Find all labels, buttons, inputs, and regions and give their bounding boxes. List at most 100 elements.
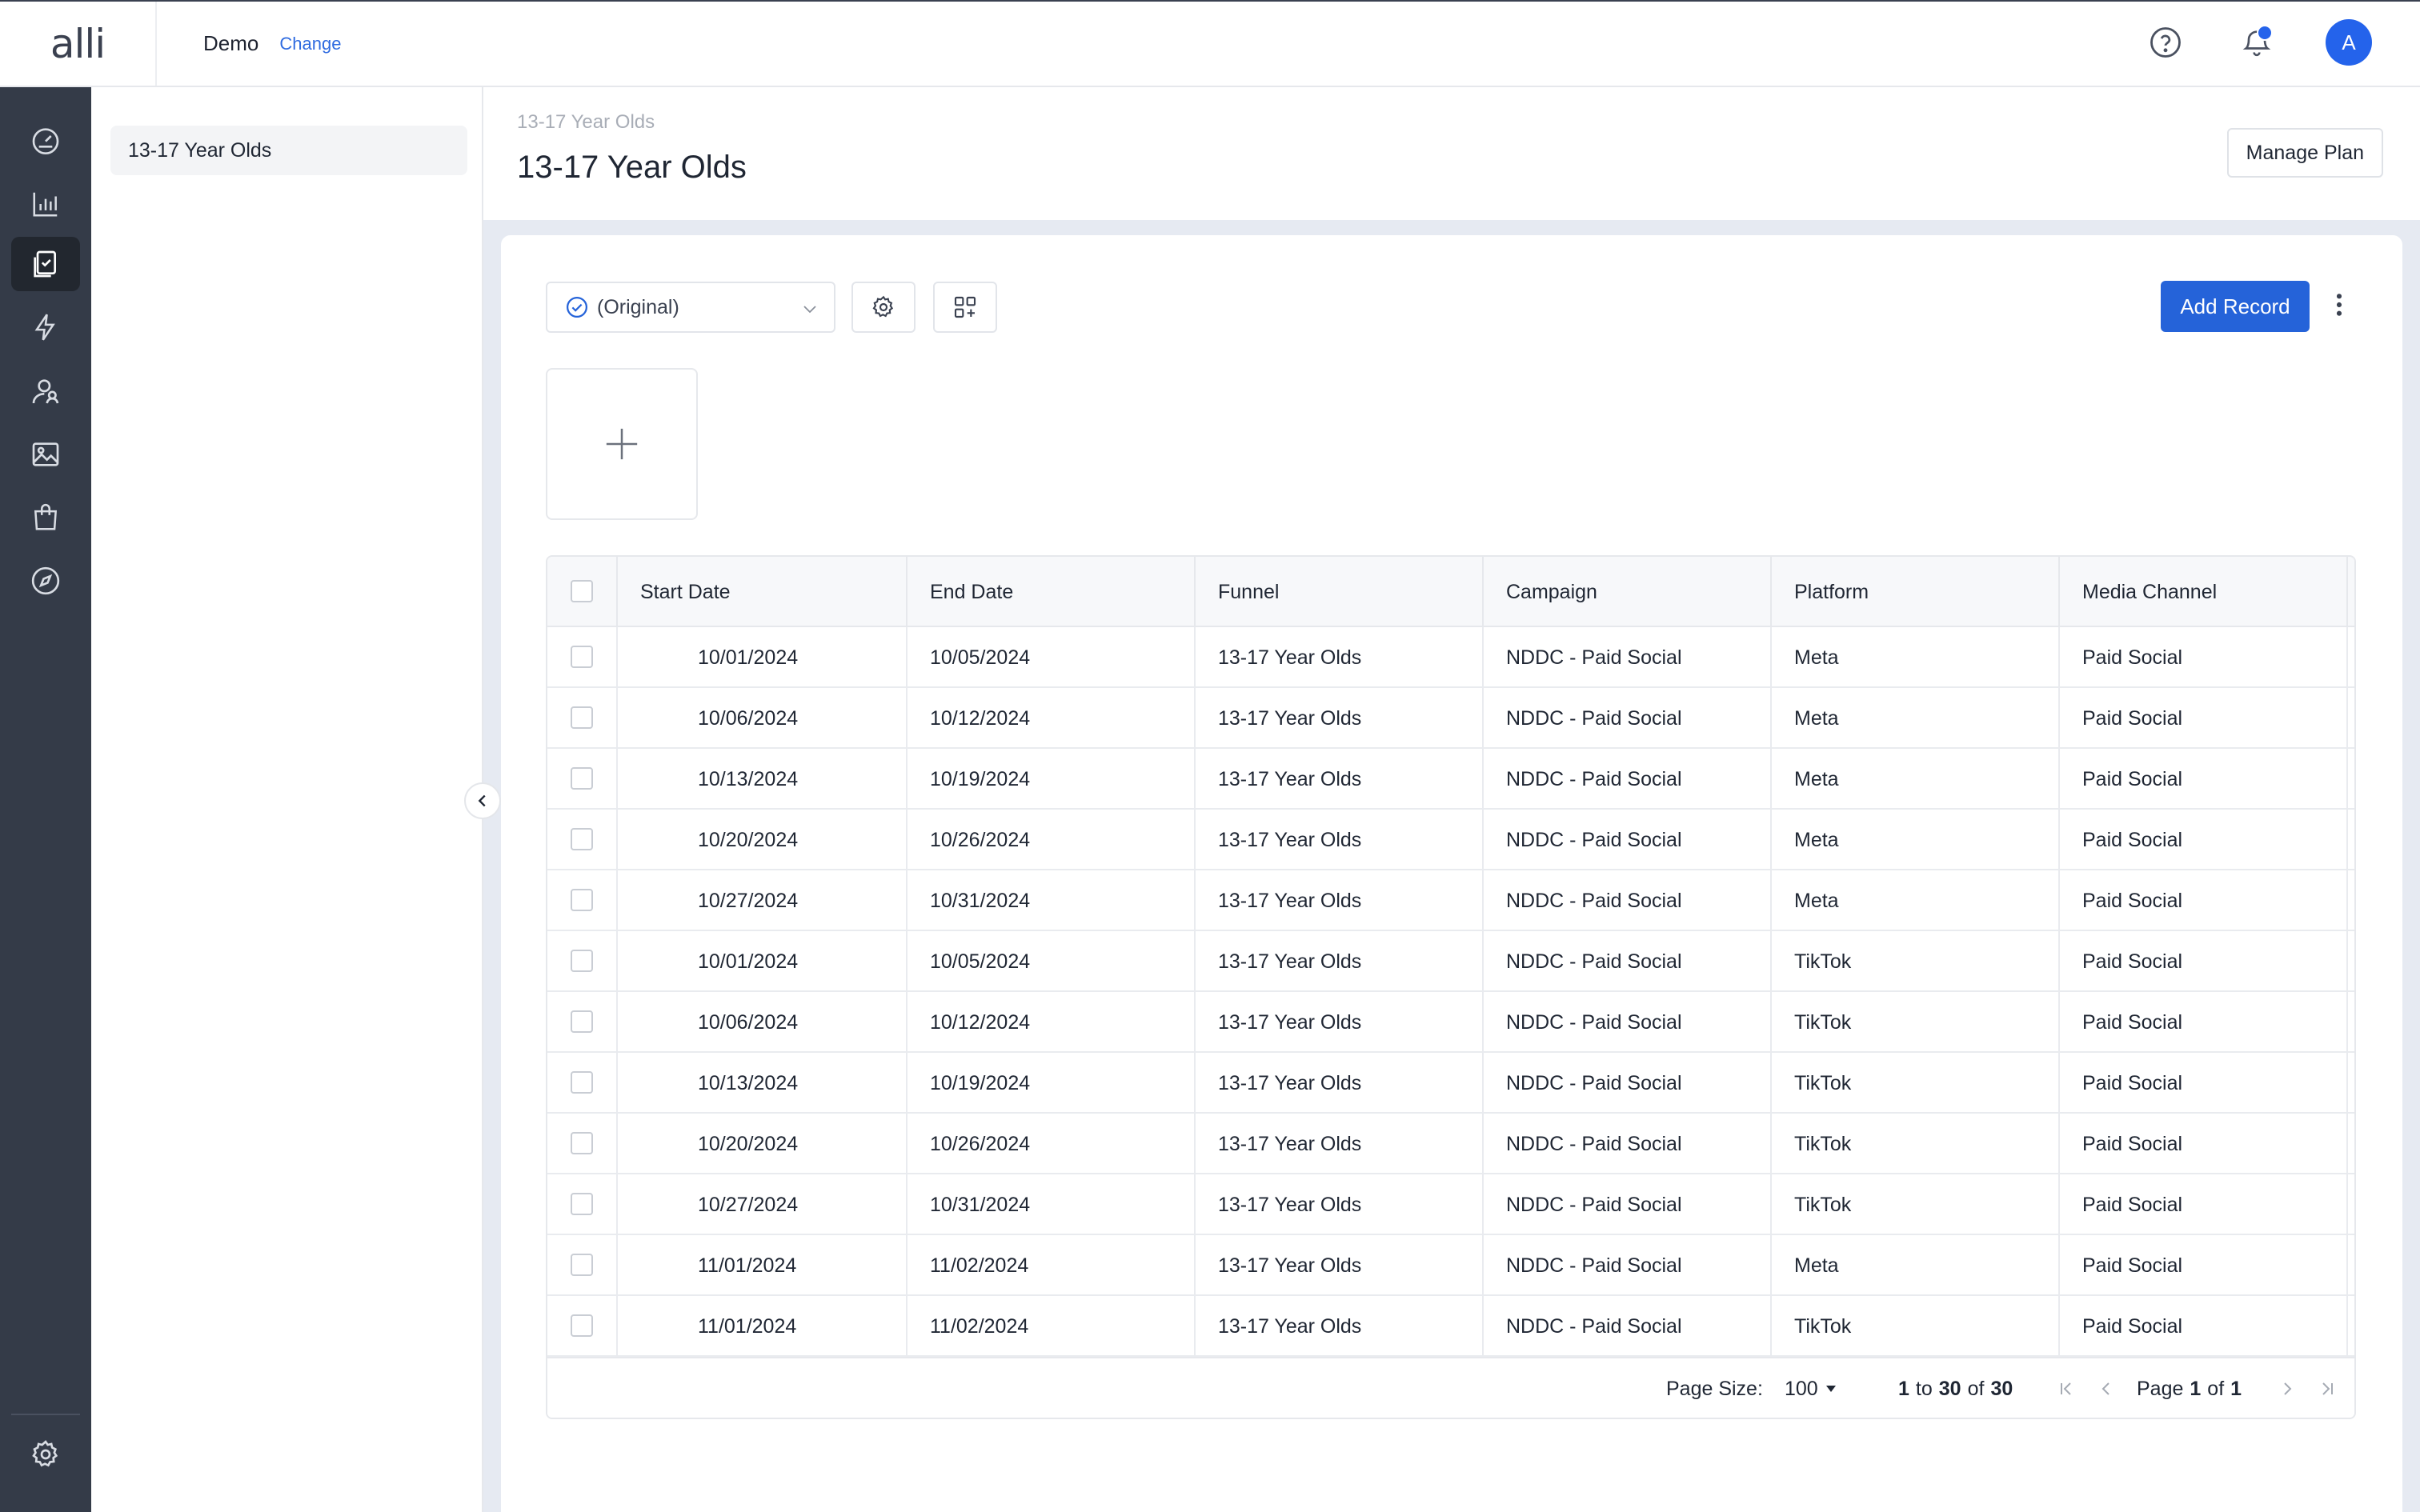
cell-start-date[interactable]: 10/20/2024 (618, 810, 908, 870)
cell-start-date[interactable]: 10/13/2024 (618, 1053, 908, 1114)
cell-funnel[interactable]: 13-17 Year Olds (1196, 1174, 1484, 1235)
cell-platform[interactable]: Meta (1772, 749, 2060, 810)
nav-audiences[interactable] (11, 364, 80, 418)
column-header-funnel[interactable]: Funnel (1196, 557, 1484, 627)
cell-end-date[interactable]: 11/02/2024 (908, 1235, 1196, 1296)
cell-funnel[interactable]: 13-17 Year Olds (1196, 1296, 1484, 1357)
cell-platform[interactable]: Meta (1772, 870, 2060, 931)
user-avatar[interactable]: A (2326, 19, 2372, 66)
cell-platform[interactable]: TikTok (1772, 1114, 2060, 1174)
row-checkbox[interactable] (571, 1010, 593, 1033)
table-row[interactable]: 10/01/2024 10/05/2024 13-17 Year Olds NDDC … (547, 627, 2354, 688)
cell-media-channel[interactable]: Paid Social (2060, 627, 2348, 688)
cell-media-channel[interactable]: Paid Social (2060, 810, 2348, 870)
table-settings-button[interactable] (851, 282, 916, 333)
row-checkbox[interactable] (571, 889, 593, 911)
cell-funnel[interactable]: 13-17 Year Olds (1196, 1114, 1484, 1174)
cell-funnel[interactable]: 13-17 Year Olds (1196, 1235, 1484, 1296)
notifications-button[interactable] (2234, 20, 2279, 65)
manage-plan-button[interactable]: Manage Plan (2226, 128, 2383, 178)
cell-campaign[interactable]: NDDC - Paid Social (1484, 1053, 1772, 1114)
cell-funnel[interactable]: 13-17 Year Olds (1196, 870, 1484, 931)
app-logo[interactable]: alli (0, 2, 157, 86)
cell-campaign[interactable]: NDDC - Paid Social (1484, 627, 1772, 688)
nav-creative[interactable] (11, 427, 80, 482)
cell-start-date[interactable]: 10/27/2024 (618, 870, 908, 931)
row-checkbox[interactable] (571, 1254, 593, 1276)
nav-dashboard[interactable] (11, 113, 80, 167)
column-header-platform[interactable]: Platform (1772, 557, 2060, 627)
version-select[interactable]: (Original) (546, 282, 835, 333)
table-row[interactable]: 11/01/2024 11/02/2024 13-17 Year Olds NDDC … (547, 1296, 2354, 1357)
column-header-start-date[interactable]: Start Date (618, 557, 908, 627)
cell-media-channel[interactable]: Paid Social (2060, 1235, 2348, 1296)
cell-start-date[interactable]: 10/20/2024 (618, 1114, 908, 1174)
cell-funnel[interactable]: 13-17 Year Olds (1196, 810, 1484, 870)
table-row[interactable]: 10/13/2024 10/19/2024 13-17 Year Olds NDDC … (547, 749, 2354, 810)
cell-campaign[interactable]: NDDC - Paid Social (1484, 1296, 1772, 1357)
row-checkbox[interactable] (571, 646, 593, 668)
row-checkbox[interactable] (571, 706, 593, 729)
cell-start-date[interactable]: 10/27/2024 (618, 1174, 908, 1235)
cell-end-date[interactable]: 10/12/2024 (908, 992, 1196, 1053)
column-header-end-date[interactable]: End Date (908, 557, 1196, 627)
cell-start-date[interactable]: 11/01/2024 (618, 1296, 908, 1357)
cell-media-channel[interactable]: Paid Social (2060, 749, 2348, 810)
table-row[interactable]: 10/06/2024 10/12/2024 13-17 Year Olds NDDC … (547, 992, 2354, 1053)
add-chart-tile[interactable] (546, 368, 698, 520)
cell-campaign[interactable]: NDDC - Paid Social (1484, 1174, 1772, 1235)
cell-end-date[interactable]: 10/26/2024 (908, 810, 1196, 870)
table-row[interactable]: 10/13/2024 10/19/2024 13-17 Year Olds NDDC … (547, 1053, 2354, 1114)
cell-campaign[interactable]: NDDC - Paid Social (1484, 1235, 1772, 1296)
cell-end-date[interactable]: 10/31/2024 (908, 1174, 1196, 1235)
nav-settings[interactable] (11, 1427, 80, 1482)
table-row[interactable]: 10/01/2024 10/05/2024 13-17 Year Olds NDDC … (547, 931, 2354, 992)
cell-platform[interactable]: Meta (1772, 810, 2060, 870)
last-page-button[interactable] (2318, 1358, 2337, 1418)
cell-start-date[interactable]: 11/01/2024 (618, 1235, 908, 1296)
next-page-button[interactable] (2278, 1358, 2297, 1418)
cell-media-channel[interactable]: Paid Social (2060, 931, 2348, 992)
cell-start-date[interactable]: 10/06/2024 (618, 688, 908, 749)
previous-page-button[interactable] (2097, 1358, 2116, 1418)
cell-campaign[interactable]: NDDC - Paid Social (1484, 749, 1772, 810)
page-size-select[interactable]: 100 (1785, 1358, 1837, 1418)
cell-campaign[interactable]: NDDC - Paid Social (1484, 992, 1772, 1053)
table-row[interactable]: 10/20/2024 10/26/2024 13-17 Year Olds NDDC … (547, 810, 2354, 870)
change-account-link[interactable]: Change (279, 34, 341, 54)
cell-end-date[interactable]: 10/19/2024 (908, 1053, 1196, 1114)
row-checkbox[interactable] (571, 950, 593, 972)
row-checkbox[interactable] (571, 828, 593, 850)
cell-funnel[interactable]: 13-17 Year Olds (1196, 1053, 1484, 1114)
cell-platform[interactable]: TikTok (1772, 1174, 2060, 1235)
cell-start-date[interactable]: 10/01/2024 (618, 627, 908, 688)
collapse-panel-button[interactable] (464, 782, 501, 819)
cell-end-date[interactable]: 11/02/2024 (908, 1296, 1196, 1357)
plan-list-item[interactable]: 13-17 Year Olds (110, 126, 467, 175)
more-options-button[interactable] (2327, 285, 2351, 325)
cell-funnel[interactable]: 13-17 Year Olds (1196, 627, 1484, 688)
cell-platform[interactable]: TikTok (1772, 1053, 2060, 1114)
add-widget-button[interactable] (933, 282, 997, 333)
cell-end-date[interactable]: 10/19/2024 (908, 749, 1196, 810)
cell-platform[interactable]: Meta (1772, 688, 2060, 749)
cell-start-date[interactable]: 10/13/2024 (618, 749, 908, 810)
cell-end-date[interactable]: 10/12/2024 (908, 688, 1196, 749)
cell-end-date[interactable]: 10/31/2024 (908, 870, 1196, 931)
table-row[interactable]: 10/20/2024 10/26/2024 13-17 Year Olds NDDC … (547, 1114, 2354, 1174)
cell-media-channel[interactable]: Paid Social (2060, 1174, 2348, 1235)
row-checkbox[interactable] (571, 1314, 593, 1337)
cell-media-channel[interactable]: Paid Social (2060, 1114, 2348, 1174)
cell-platform[interactable]: Meta (1772, 1235, 2060, 1296)
table-row[interactable]: 10/06/2024 10/12/2024 13-17 Year Olds NDDC … (547, 688, 2354, 749)
nav-explore[interactable] (11, 554, 80, 608)
cell-campaign[interactable]: NDDC - Paid Social (1484, 1114, 1772, 1174)
cell-funnel[interactable]: 13-17 Year Olds (1196, 688, 1484, 749)
cell-platform[interactable]: TikTok (1772, 992, 2060, 1053)
add-record-button[interactable]: Add Record (2161, 281, 2310, 332)
cell-platform[interactable]: TikTok (1772, 931, 2060, 992)
nav-plans[interactable] (11, 237, 80, 291)
first-page-button[interactable] (2057, 1358, 2076, 1418)
cell-media-channel[interactable]: Paid Social (2060, 1053, 2348, 1114)
cell-start-date[interactable]: 10/06/2024 (618, 992, 908, 1053)
